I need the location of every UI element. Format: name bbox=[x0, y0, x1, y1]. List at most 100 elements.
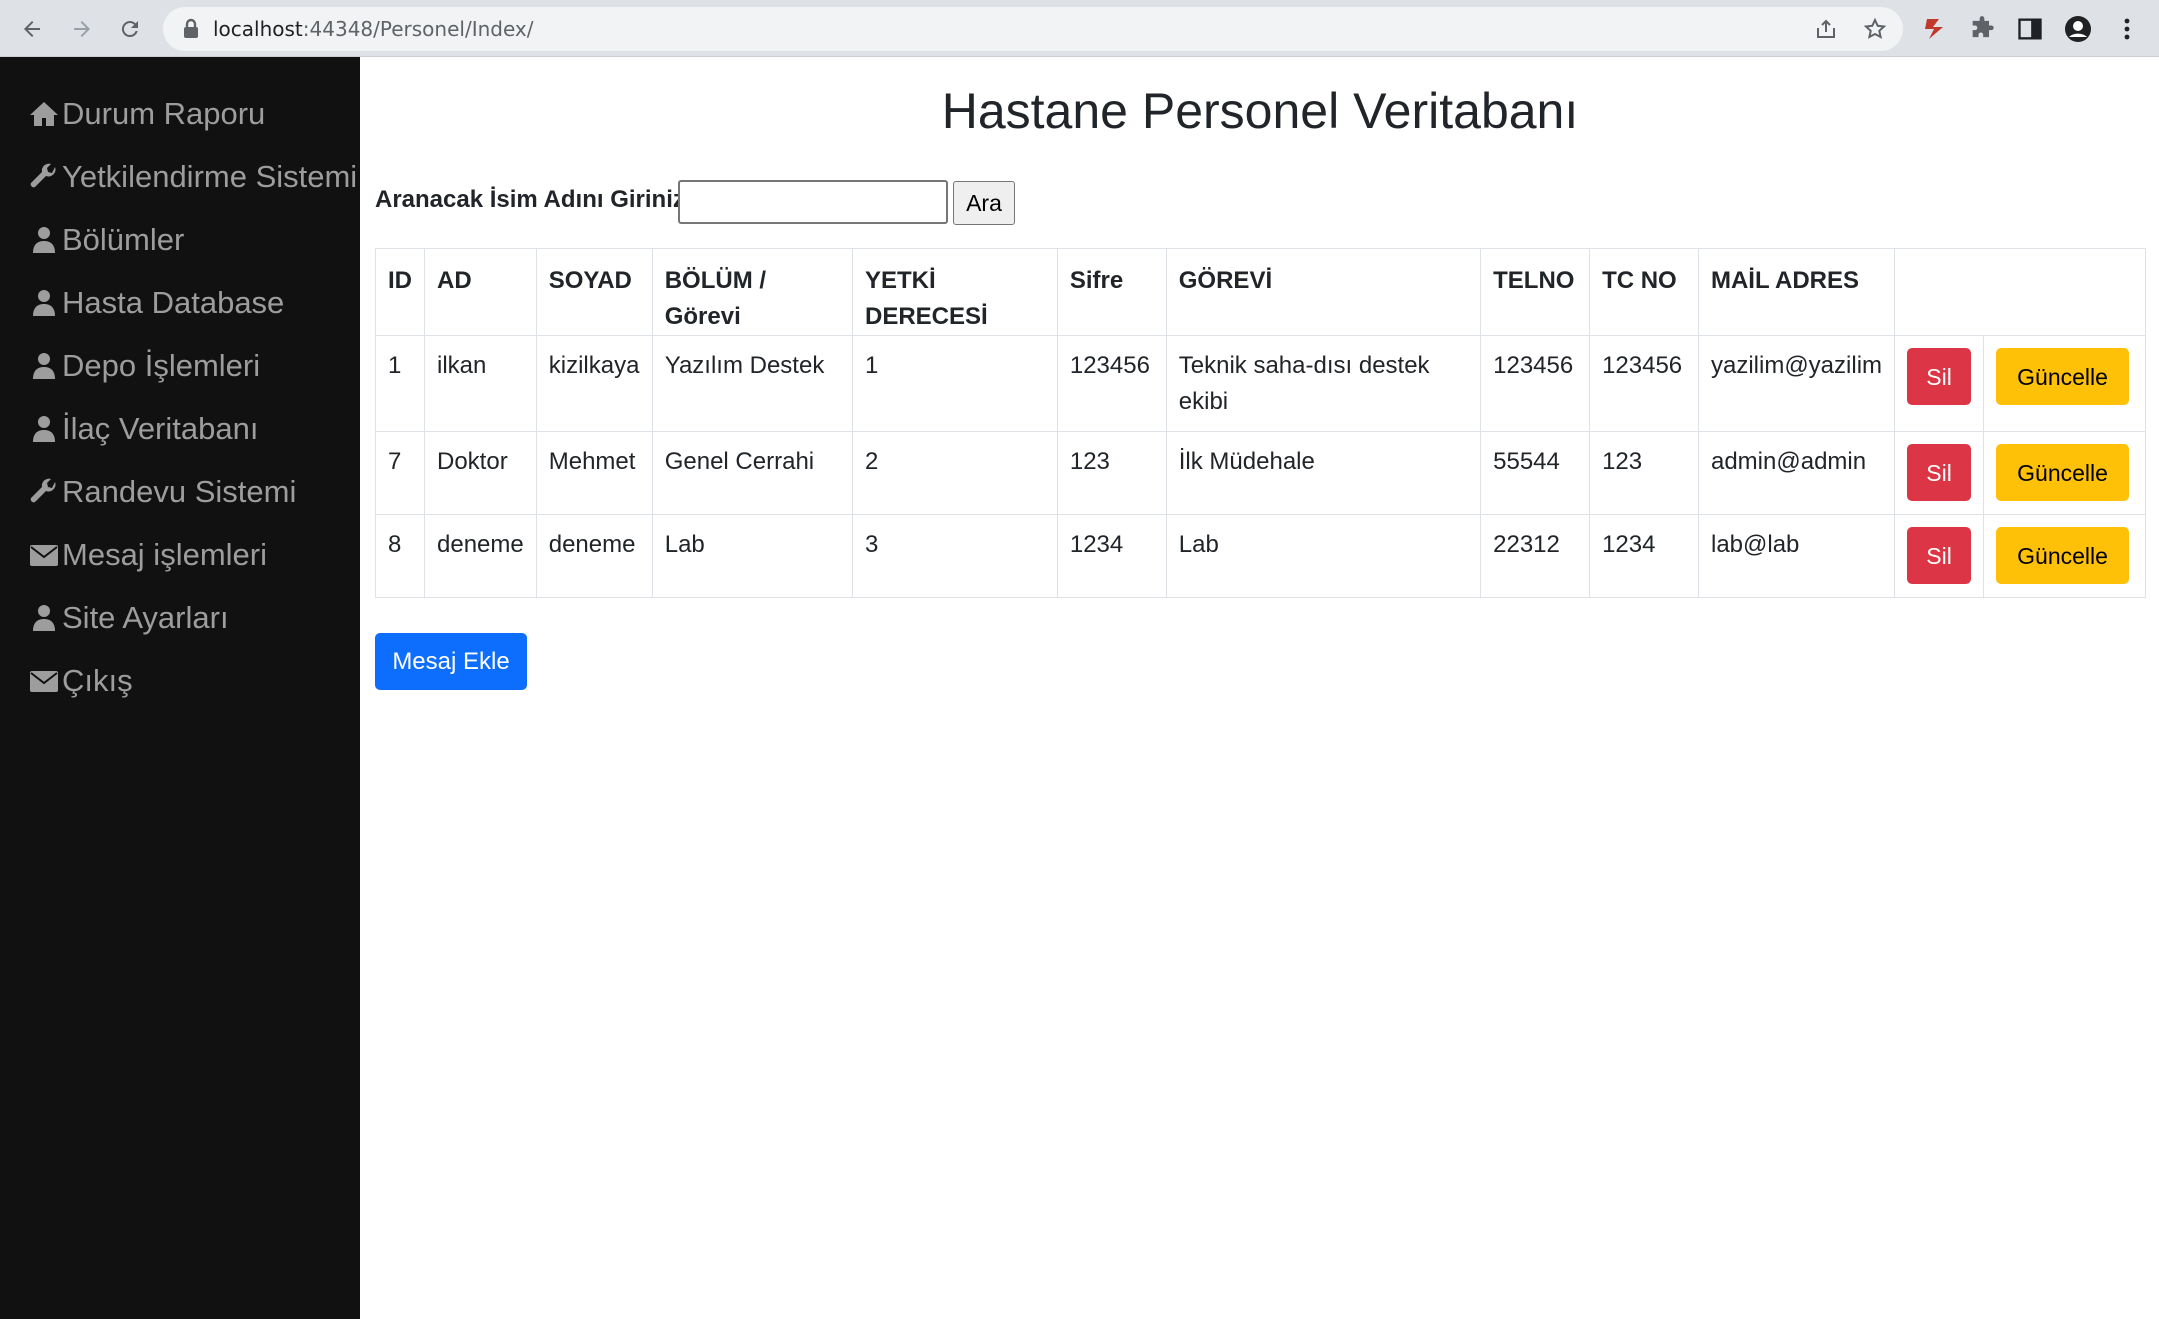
side-panel-icon[interactable] bbox=[2016, 15, 2044, 43]
cell-ad: Doktor bbox=[424, 431, 537, 515]
extensions-puzzle-icon[interactable] bbox=[1968, 15, 1996, 43]
cell-delete: Sil bbox=[1894, 514, 1985, 598]
sidebar-item-cikis[interactable]: Çıkış bbox=[28, 657, 133, 705]
sidebar-item-label: İlaç Veritabanı bbox=[62, 411, 259, 446]
user-icon bbox=[33, 605, 55, 631]
cell-tcno: 123456 bbox=[1589, 335, 1699, 432]
sidebar-item-mesaj-islemleri[interactable]: Mesaj işlemleri bbox=[28, 531, 267, 579]
column-header-bolum: BÖLÜM / Görevi bbox=[651, 248, 853, 336]
delete-button[interactable]: Sil bbox=[1907, 444, 1972, 501]
cell-soyad: Mehmet bbox=[535, 431, 653, 515]
back-button[interactable] bbox=[13, 10, 51, 48]
envelope-icon bbox=[30, 671, 58, 692]
cell-sifre: 1234 bbox=[1056, 514, 1167, 598]
cell-delete: Sil bbox=[1894, 335, 1985, 432]
personnel-table: ID AD SOYAD BÖLÜM / Görevi YETKİ DERECES… bbox=[375, 248, 2146, 598]
cell-bolum: Genel Cerrahi bbox=[651, 431, 853, 515]
cell-bolum: Yazılım Destek bbox=[651, 335, 853, 432]
cell-sifre: 123456 bbox=[1056, 335, 1167, 432]
profile-avatar-icon[interactable] bbox=[2064, 15, 2092, 43]
add-message-button[interactable]: Mesaj Ekle bbox=[375, 633, 527, 690]
cell-mail: admin@admin bbox=[1697, 431, 1896, 515]
cell-update: Güncelle bbox=[1983, 514, 2146, 598]
share-icon[interactable] bbox=[1814, 17, 1838, 41]
sidebar-item-label: Hasta Database bbox=[62, 285, 285, 320]
forward-arrow-icon bbox=[74, 21, 90, 37]
cell-gorevi: Teknik saha-dısı destek ekibi bbox=[1165, 335, 1482, 432]
table-row: 7 Doktor Mehmet Genel Cerrahi 2 123 İlk … bbox=[375, 431, 2146, 515]
cell-yetki: 1 bbox=[851, 335, 1058, 432]
reload-button[interactable] bbox=[111, 10, 149, 48]
url-host: localhost bbox=[213, 17, 303, 41]
search-label: Aranacak İsim Adını Giriniz! bbox=[375, 186, 693, 213]
cell-id: 1 bbox=[375, 335, 425, 432]
column-header-sifre: Sifre bbox=[1056, 248, 1167, 336]
cell-soyad: kizilkaya bbox=[535, 335, 653, 432]
cell-id: 8 bbox=[375, 514, 425, 598]
sidebar-item-label: Depo İşlemleri bbox=[62, 348, 261, 383]
sidebar-item-bolumler[interactable]: Bölümler bbox=[28, 216, 184, 264]
column-header-mail: MAİL ADRES bbox=[1697, 248, 1896, 336]
user-icon bbox=[33, 416, 55, 442]
cell-sifre: 123 bbox=[1056, 431, 1167, 515]
cell-tcno: 1234 bbox=[1589, 514, 1699, 598]
sidebar-item-randevu-sistemi[interactable]: Randevu Sistemi bbox=[28, 468, 296, 516]
search-button[interactable]: Ara bbox=[953, 181, 1015, 225]
column-header-soyad: SOYAD bbox=[535, 248, 653, 336]
cell-yetki: 2 bbox=[851, 431, 1058, 515]
cell-ad: deneme bbox=[424, 514, 537, 598]
home-icon bbox=[30, 102, 58, 126]
sidebar-item-label: Mesaj işlemleri bbox=[62, 537, 267, 572]
column-header-tcno: TC NO bbox=[1589, 248, 1699, 336]
sidebar-item-depo-islemleri[interactable]: Depo İşlemleri bbox=[28, 342, 260, 390]
reload-icon bbox=[121, 21, 138, 38]
sidebar-item-label: Durum Raporu bbox=[62, 96, 266, 131]
browser-toolbar: localhost:44348/Personel/Index/ bbox=[0, 0, 2159, 57]
cell-telno: 22312 bbox=[1480, 514, 1591, 598]
sidebar-item-label: Çıkış bbox=[62, 663, 133, 698]
sidebar-item-label: Bölümler bbox=[62, 222, 185, 257]
bookmark-star-icon[interactable] bbox=[1863, 17, 1887, 41]
column-header-actions bbox=[1894, 248, 1984, 336]
sidebar-item-label: Yetkilendirme Sistemi bbox=[62, 159, 358, 194]
update-button[interactable]: Güncelle bbox=[1996, 527, 2130, 584]
update-button[interactable]: Güncelle bbox=[1996, 444, 2130, 501]
address-bar[interactable]: localhost:44348/Personel/Index/ bbox=[163, 7, 1903, 51]
table-row: 1 ilkan kizilkaya Yazılım Destek 1 12345… bbox=[375, 335, 2146, 432]
extension-app-icon[interactable] bbox=[1921, 15, 1949, 43]
user-icon bbox=[33, 353, 55, 379]
cell-update: Güncelle bbox=[1983, 431, 2146, 515]
sidebar-item-durum-raporu[interactable]: Durum Raporu bbox=[28, 90, 265, 138]
sidebar-item-site-ayarlari[interactable]: Site Ayarları bbox=[28, 594, 229, 642]
envelope-icon bbox=[30, 545, 58, 566]
sidebar-item-ilac-veritabani[interactable]: İlaç Veritabanı bbox=[28, 405, 258, 453]
cell-id: 7 bbox=[375, 431, 425, 515]
cell-delete: Sil bbox=[1894, 431, 1985, 515]
column-header-gorevi: GÖREVİ bbox=[1165, 248, 1482, 336]
cell-telno: 123456 bbox=[1480, 335, 1591, 432]
wrench-icon bbox=[30, 478, 56, 503]
cell-telno: 55544 bbox=[1480, 431, 1591, 515]
search-input[interactable] bbox=[678, 180, 948, 224]
cell-yetki: 3 bbox=[851, 514, 1058, 598]
cell-mail: lab@lab bbox=[1697, 514, 1896, 598]
url-text[interactable]: localhost:44348/Personel/Index/ bbox=[213, 7, 533, 51]
kebab-menu-icon[interactable] bbox=[2113, 15, 2141, 43]
cell-mail: yazilim@yazilim bbox=[1697, 335, 1896, 432]
sidebar-item-yetkilendirme[interactable]: Yetkilendirme Sistemi bbox=[28, 153, 357, 201]
table-header-row: ID AD SOYAD BÖLÜM / Görevi YETKİ DERECES… bbox=[375, 248, 2146, 336]
update-button[interactable]: Güncelle bbox=[1996, 348, 2130, 405]
back-arrow-icon bbox=[24, 21, 40, 37]
column-header-yetki: YETKİ DERECESİ bbox=[851, 248, 1058, 336]
cell-update: Güncelle bbox=[1983, 335, 2146, 432]
cell-soyad: deneme bbox=[535, 514, 653, 598]
cell-gorevi: Lab bbox=[1165, 514, 1482, 598]
delete-button[interactable]: Sil bbox=[1907, 527, 1972, 584]
column-header-actions bbox=[1983, 248, 2146, 336]
url-path: :44348/Personel/Index/ bbox=[302, 17, 534, 41]
forward-button[interactable] bbox=[63, 10, 101, 48]
sidebar-item-label: Site Ayarları bbox=[62, 600, 229, 635]
sidebar-item-hasta-database[interactable]: Hasta Database bbox=[28, 279, 284, 327]
cell-ad: ilkan bbox=[424, 335, 537, 432]
delete-button[interactable]: Sil bbox=[1907, 348, 1972, 405]
